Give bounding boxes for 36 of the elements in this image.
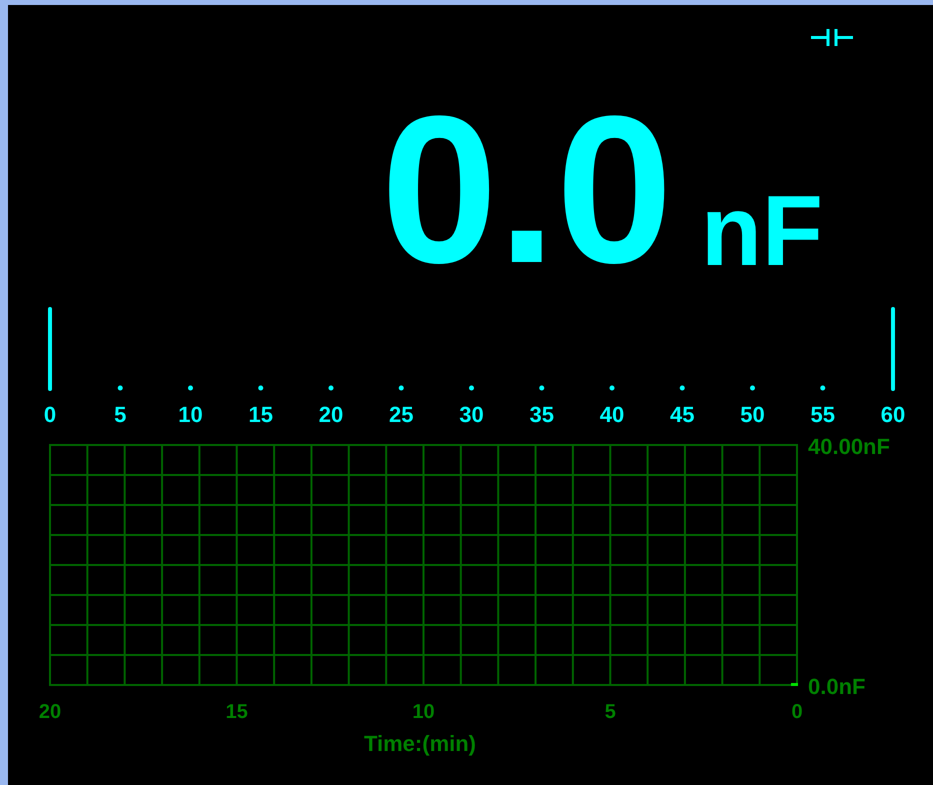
y-axis-label: 0.0nF — [808, 674, 866, 699]
scale-tick — [398, 386, 404, 390]
scale-label: 60 — [880, 402, 906, 427]
scale-label: 50 — [740, 402, 765, 427]
reading-value: 0.0 — [380, 85, 673, 295]
scale-tick — [680, 386, 685, 390]
x-axis-label: 10 — [412, 701, 435, 723]
scale-tick — [188, 386, 193, 390]
scale-label: 5 — [114, 402, 126, 427]
x-axis-label: 20 — [38, 701, 62, 723]
scale-tick — [328, 386, 334, 390]
scale-tick — [469, 386, 474, 390]
capacitor-icon — [811, 29, 853, 46]
scale-tick — [820, 386, 826, 390]
scale-label: 40 — [600, 402, 624, 427]
x-axis-label: 5 — [604, 701, 616, 723]
x-axis-label: 15 — [226, 701, 248, 723]
scale-label: 30 — [459, 402, 484, 427]
scale-label: 35 — [530, 402, 554, 427]
scale-label: 45 — [670, 402, 694, 427]
scale-tick — [539, 386, 544, 390]
x-axis-label: 0 — [791, 701, 803, 723]
x-axis-title: Time:(min) — [364, 731, 476, 756]
scale-label: 25 — [389, 402, 414, 427]
scale-tick — [610, 386, 614, 390]
scale-label: 0 — [44, 402, 56, 427]
y-axis-label: 40.00nF — [808, 434, 890, 459]
scale-tick — [258, 386, 264, 390]
scale-label: 55 — [810, 402, 835, 427]
scale-label: 15 — [248, 402, 273, 427]
scale-tick — [750, 386, 755, 390]
data-point — [791, 683, 798, 686]
scale-label: 10 — [178, 402, 203, 427]
scale-tick — [118, 386, 123, 390]
scale-label: 20 — [318, 402, 344, 427]
reading-unit: nF — [700, 181, 823, 281]
